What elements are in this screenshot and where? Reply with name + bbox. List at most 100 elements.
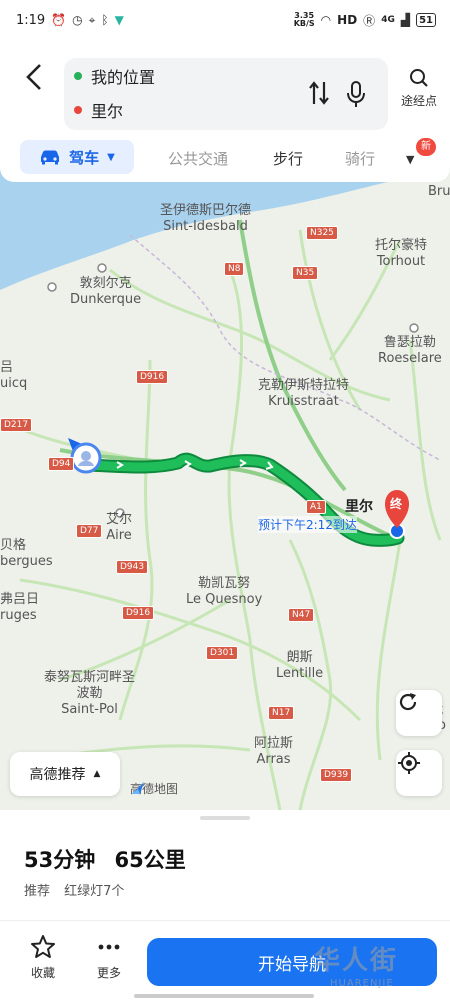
status-time: 1:19 — [16, 12, 46, 28]
destination-pin-text: 终 — [390, 497, 403, 511]
destination-dot-icon — [74, 106, 82, 114]
origin-field[interactable]: 我的位置 — [74, 62, 155, 90]
road-badge: A1 — [306, 500, 326, 514]
search-icon — [410, 69, 428, 87]
route-input-box: 我的位置 里尔 — [64, 58, 388, 130]
status-right: 3.35 KB/S ◠ HD Ⓡ 4G ▟ 51 — [294, 12, 436, 29]
tab-drive[interactable]: 驾车 ▼ — [20, 140, 134, 174]
destination-field[interactable]: 里尔 — [74, 96, 123, 124]
voice-input-button[interactable] — [346, 80, 366, 108]
map-label-bruges: 弗吕日 ruges — [0, 592, 40, 623]
route-preference-dropdown[interactable]: 高德推荐 ▲ — [10, 752, 120, 796]
map-roads — [0, 229, 442, 810]
route-duration: 53分钟 — [24, 848, 96, 872]
map-label-dunkerque: 敦刻尔克 Dunkerque — [70, 276, 142, 307]
origin-label: 我的位置 — [91, 68, 156, 87]
route-details: 推荐 红绿灯7个 — [24, 880, 134, 899]
caret-up-icon: ▲ — [93, 769, 101, 779]
map-label-torhout: 托尔豪特 Torhout — [375, 238, 428, 269]
clock-icon: ◷ — [72, 13, 83, 27]
more-dots-icon — [98, 944, 120, 950]
home-indicator[interactable] — [134, 994, 314, 998]
car-icon — [41, 150, 60, 165]
refresh-icon — [399, 693, 417, 711]
locate-icon — [398, 752, 420, 774]
route-summary: 53分钟 65公里 — [24, 844, 198, 874]
refresh-route-button[interactable] — [396, 690, 442, 736]
more-button[interactable]: 更多 — [86, 934, 132, 981]
road-badge: D939 — [320, 768, 353, 782]
tab-transit[interactable]: 公共交通 — [168, 148, 228, 169]
sheet-handle[interactable] — [200, 816, 250, 820]
map-label-arras: 阿拉斯 Arras — [254, 736, 294, 767]
map-label-kruisstraat: 克勒伊斯特拉特 Kruisstraat — [258, 378, 350, 409]
tab-bike[interactable]: 骑行 — [345, 148, 375, 169]
traffic-lights-count: 红绿灯7个 — [64, 884, 125, 899]
route-header: 我的位置 里尔 途经点 驾车 ▼ 公共交通 步行 骑行 ▼ 新 — [0, 40, 450, 182]
map-label-le-quesnoy: 勒凯瓦努 Le Quesnoy — [186, 576, 263, 607]
nfc-icon: Ⓡ — [363, 13, 376, 28]
network-type: 4G — [381, 15, 395, 25]
watermark-logo: 华人街 — [314, 946, 399, 976]
caret-down-icon: ▼ — [107, 151, 115, 163]
back-button[interactable] — [22, 60, 52, 96]
map-label-saint-pol: 泰努瓦斯河畔圣 波勒 Saint-Pol — [44, 670, 136, 717]
map-view[interactable]: 圣伊德斯巴尔德 Sint-Idesbald 敦刻尔克 Dunkerque 托尔豪… — [0, 160, 450, 810]
map-label-bergues: 贝格 bergues — [0, 538, 53, 569]
tab-walk[interactable]: 步行 — [273, 148, 303, 169]
hd-indicator: HD — [337, 13, 358, 27]
road-badge: D217 — [0, 418, 33, 432]
status-left: 1:19 ⏰ ◷ ⌖ ᛒ ▼ — [16, 13, 124, 28]
route-preference-label: 高德推荐 — [29, 767, 86, 783]
tab-drive-label: 驾车 — [69, 148, 100, 167]
battery-icon: 51 — [416, 13, 436, 27]
travel-mode-tabs: 驾车 ▼ 公共交通 步行 骑行 ▼ 新 — [0, 138, 450, 176]
road-badge: N325 — [306, 226, 338, 240]
locate-me-button[interactable] — [396, 750, 442, 796]
location-icon: ⌖ — [88, 12, 96, 27]
road-badge: N8 — [224, 262, 245, 276]
wifi-icon: ◠ — [320, 13, 332, 27]
new-badge: 新 — [416, 138, 436, 156]
signal-icon: ▟ — [400, 13, 411, 27]
road-badge: D916 — [136, 370, 169, 384]
favorite-button[interactable]: 收藏 — [20, 934, 66, 981]
amap-logo: 高德地图 — [130, 782, 179, 796]
map-label-roeselare: 鲁瑟拉勒 Roeselare — [378, 335, 442, 366]
road-badge: D943 — [116, 560, 149, 574]
waypoint-button[interactable]: 途经点 — [396, 68, 442, 109]
app-notification-icon: ▼ — [114, 13, 124, 27]
road-badge: N47 — [288, 608, 315, 622]
more-modes-button[interactable]: ▼ — [406, 148, 414, 167]
road-badge: N17 — [268, 706, 295, 720]
road-badge: D301 — [206, 646, 239, 660]
favorite-label: 收藏 — [30, 966, 55, 980]
road-badge: D77 — [76, 524, 103, 538]
divider — [0, 920, 450, 921]
map-label-lentille: 朗斯 Lentille — [276, 650, 324, 681]
origin-dot-icon — [74, 72, 82, 80]
eta-label: 预计下午2:12到达 — [258, 516, 357, 533]
chevron-down-icon: ▼ — [406, 153, 415, 166]
road-badge: D94 — [48, 457, 75, 471]
alarm-icon: ⏰ — [51, 13, 67, 27]
more-label: 更多 — [96, 966, 121, 980]
status-bar: 1:19 ⏰ ◷ ⌖ ᛒ ▼ 3.35 KB/S ◠ HD Ⓡ 4G ▟ 51 — [0, 0, 450, 40]
bluetooth-icon: ᛒ — [101, 13, 109, 27]
network-speed: 3.35 KB/S — [293, 11, 315, 28]
map-label-aire: 艾尔 Aire — [106, 512, 133, 543]
swap-button[interactable] — [308, 80, 330, 112]
amap-logo-icon — [132, 782, 144, 794]
map-label-sint-idesbald: 圣伊德斯巴尔德 Sint-Idesbald — [160, 203, 252, 234]
watermark-text: HUARENJIE — [330, 978, 394, 989]
waypoint-label: 途经点 — [400, 94, 437, 108]
back-arrow-icon — [26, 64, 41, 90]
destination-field-label: 里尔 — [91, 102, 124, 121]
route-tag: 推荐 — [24, 884, 51, 899]
microphone-icon — [347, 81, 365, 107]
road-badge: N35 — [292, 266, 319, 280]
destination-label: 里尔 — [345, 499, 373, 515]
map-label-calais: 吕 uicq — [0, 360, 28, 391]
star-icon — [31, 935, 55, 958]
road-badge: D916 — [122, 606, 155, 620]
